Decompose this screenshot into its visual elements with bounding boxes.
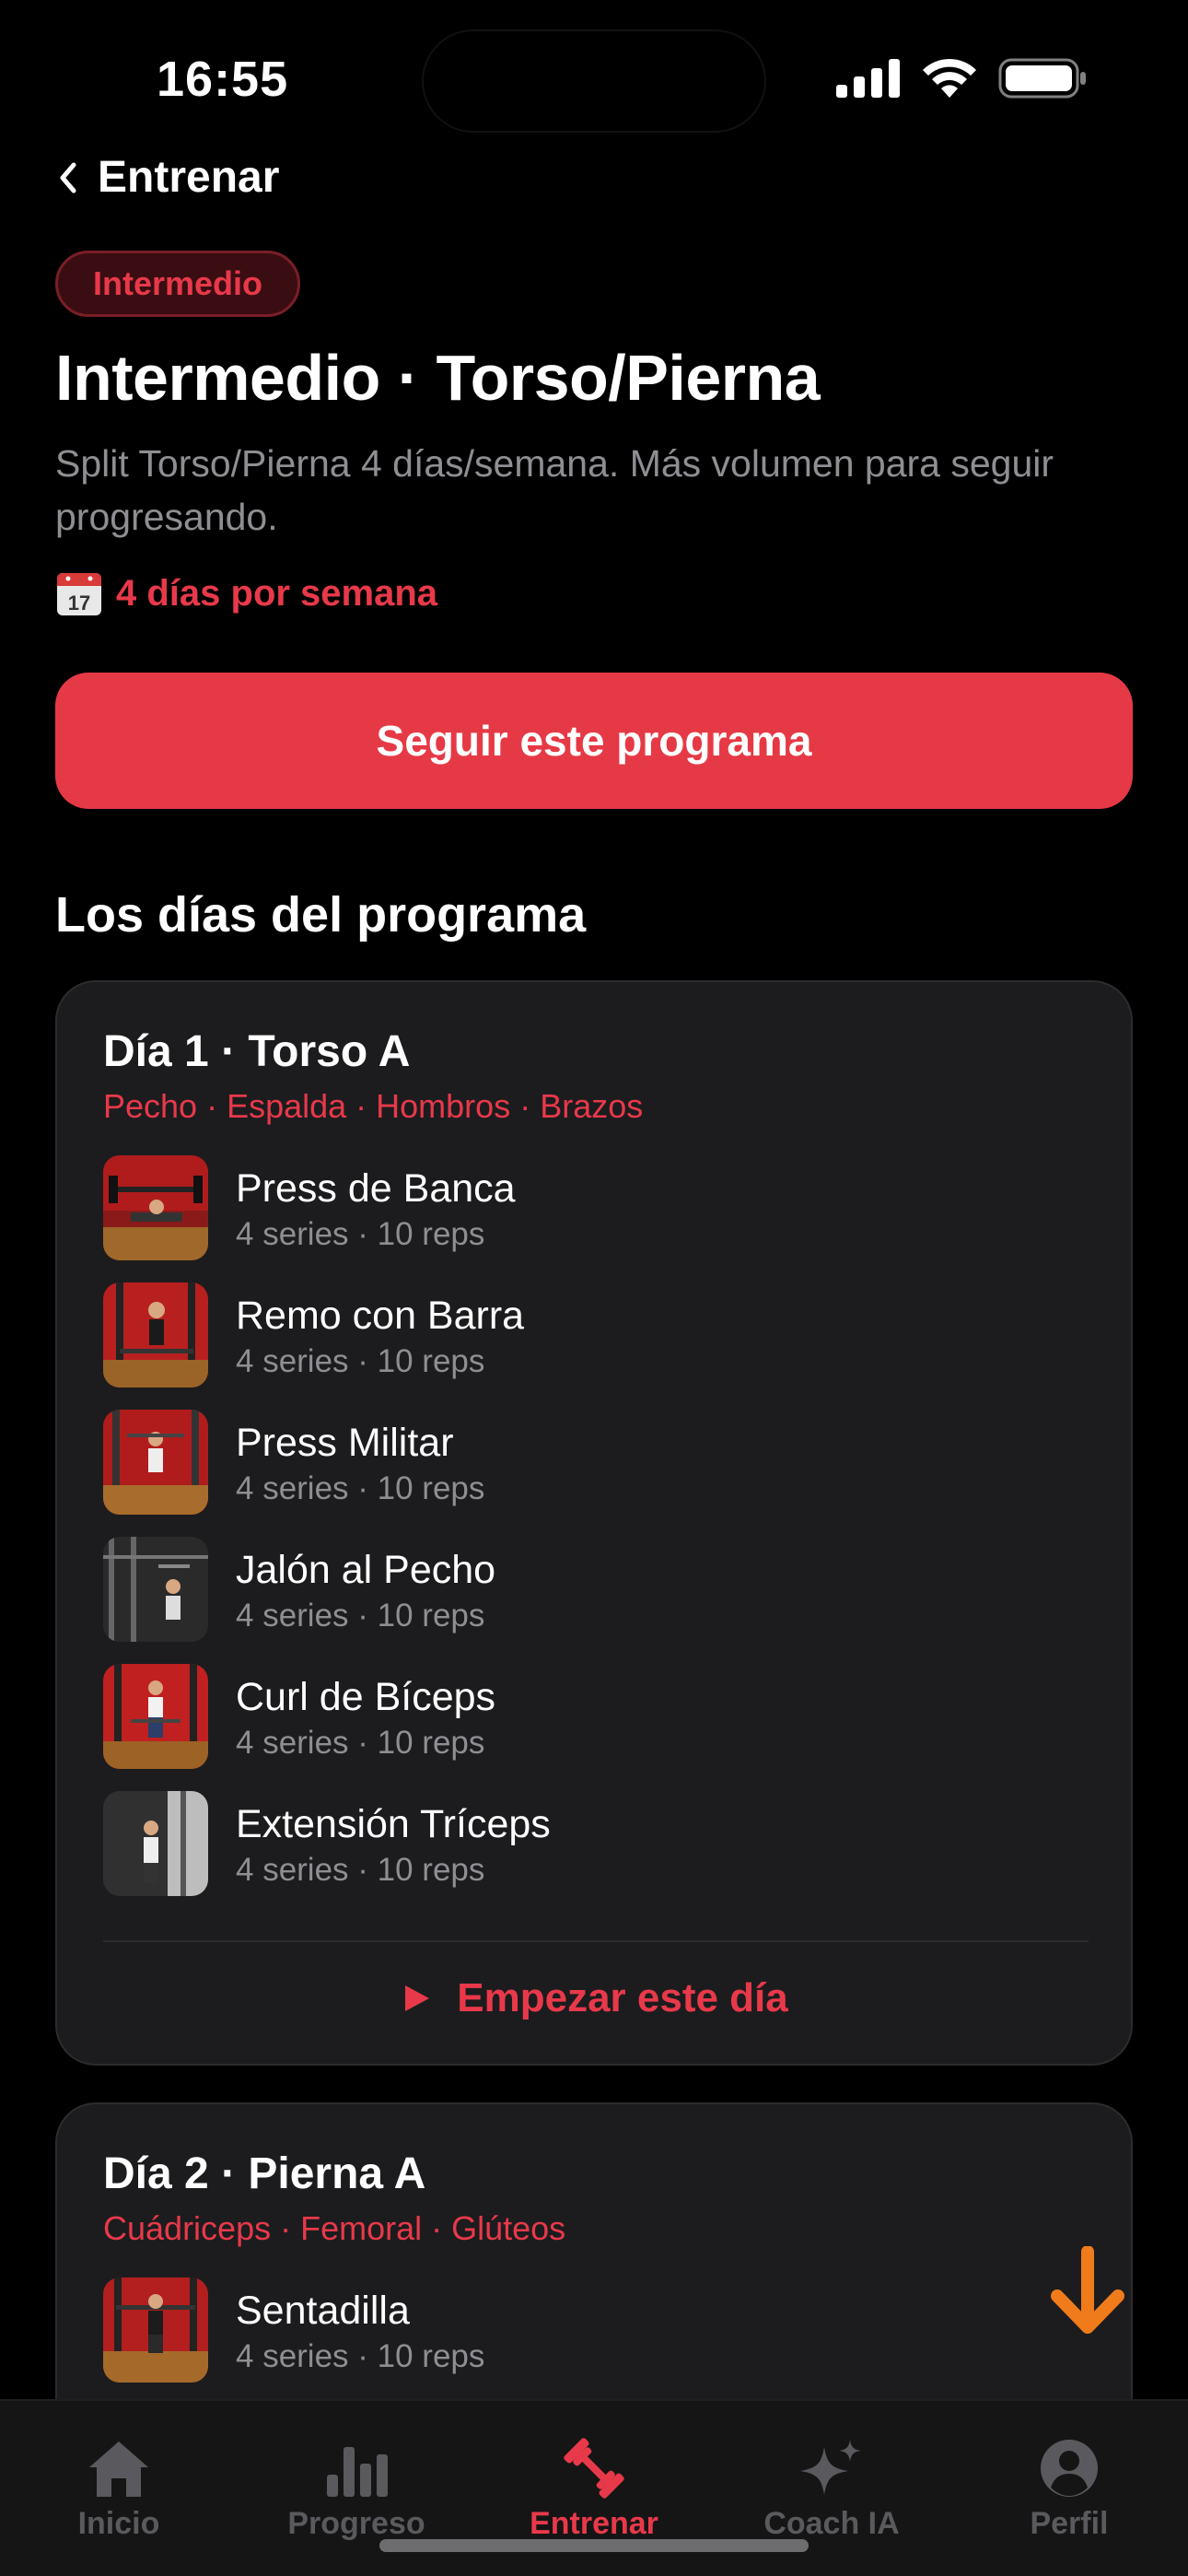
tab-perfil[interactable]: Perfil <box>950 2401 1188 2576</box>
chevron-left-icon <box>60 162 76 193</box>
exercise-row[interactable]: Press Militar 4 series · 10 reps <box>103 1410 1089 1537</box>
tab-inicio[interactable]: Inicio <box>0 2401 238 2576</box>
exercise-thumbnail <box>103 1664 208 1769</box>
status-icons <box>836 57 1087 100</box>
exercise-meta: 4 series · 10 reps <box>236 1216 485 1252</box>
exercise-name: Extensión Tríceps <box>236 1802 551 1846</box>
play-icon <box>405 1985 430 2011</box>
exercise-meta: 4 series · 10 reps <box>236 1470 485 1506</box>
start-day-button[interactable]: Empezar este día <box>57 1975 1135 2021</box>
bar-chart-icon <box>327 2447 388 2497</box>
svg-text:17: 17 <box>68 591 90 615</box>
sparkles-icon <box>800 2440 861 2495</box>
back-button[interactable]: Entrenar <box>55 152 279 203</box>
calendar-icon: 17 <box>57 573 101 615</box>
tab-label: Inicio <box>77 2506 160 2541</box>
exercise-name: Press de Banca <box>236 1166 516 1211</box>
exercise-name: Jalón al Pecho <box>236 1548 496 1592</box>
exercise-name: Press Militar <box>236 1421 454 1465</box>
day-title: Día 1 · Torso A <box>103 1027 411 1076</box>
status-bar: 16:55 <box>0 0 1188 157</box>
status-time: 16:55 <box>157 52 289 107</box>
exercise-list: Press de Banca 4 series · 10 reps Remo c… <box>103 1155 1089 1918</box>
exercise-row[interactable]: Sentadilla 4 series · 10 reps <box>103 2277 1089 2405</box>
tab-label: Coach IA <box>763 2506 900 2541</box>
dumbbell-icon <box>564 2438 624 2499</box>
exercise-thumbnail <box>103 1537 208 1642</box>
exercise-thumbnail <box>103 1155 208 1260</box>
cellular-signal-icon <box>836 59 900 98</box>
home-indicator <box>379 2539 809 2552</box>
exercise-list: Sentadilla 4 series · 10 reps <box>103 2277 1089 2405</box>
level-badge: Intermedio <box>55 251 301 317</box>
exercise-name: Curl de Bíceps <box>236 1675 496 1719</box>
person-icon <box>1041 2440 1098 2497</box>
exercise-meta: 4 series · 10 reps <box>236 1343 485 1379</box>
exercise-meta: 4 series · 10 reps <box>236 1852 485 1888</box>
exercise-meta: 4 series · 10 reps <box>236 1725 485 1761</box>
exercise-thumbnail <box>103 2277 208 2383</box>
exercise-row[interactable]: Press de Banca 4 series · 10 reps <box>103 1155 1089 1282</box>
start-day-label: Empezar este día <box>457 1975 788 2020</box>
exercise-row[interactable]: Remo con Barra 4 series · 10 reps <box>103 1282 1089 1410</box>
page-title: Intermedio · Torso/Pierna <box>55 342 821 414</box>
tab-label: Entrenar <box>530 2506 658 2541</box>
exercise-row[interactable]: Extensión Tríceps 4 series · 10 reps <box>103 1791 1089 1918</box>
follow-program-button[interactable]: Seguir este programa <box>55 673 1133 809</box>
days-per-week: 17 4 días por semana <box>55 569 437 617</box>
day-muscles: Pecho · Espalda · Hombros · Brazos <box>103 1087 644 1125</box>
exercise-meta: 4 series · 10 reps <box>236 1598 485 1633</box>
scroll-down-arrow-icon[interactable] <box>1048 2246 1127 2338</box>
exercise-name: Sentadilla <box>236 2289 410 2333</box>
exercise-thumbnail <box>103 1410 208 1515</box>
back-label: Entrenar <box>98 153 280 202</box>
day-muscles: Cuádriceps · Femoral · Glúteos <box>103 2209 566 2247</box>
home-icon <box>89 2441 148 2497</box>
day-card: Día 1 · Torso A Pecho · Espalda · Hombro… <box>55 980 1133 2066</box>
exercise-name: Remo con Barra <box>236 1294 525 1338</box>
dynamic-island <box>422 29 766 133</box>
tab-label: Progreso <box>287 2506 425 2541</box>
card-divider <box>103 1940 1089 1942</box>
battery-icon <box>998 58 1086 99</box>
tab-label: Perfil <box>1030 2506 1109 2541</box>
day-title: Día 2 · Pierna A <box>103 2149 426 2198</box>
days-per-week-label: 4 días por semana <box>116 572 438 614</box>
exercise-row[interactable]: Jalón al Pecho 4 series · 10 reps <box>103 1537 1089 1664</box>
wifi-icon <box>923 58 976 98</box>
section-title: Los días del programa <box>55 887 587 943</box>
exercise-meta: 4 series · 10 reps <box>236 2338 485 2374</box>
exercise-thumbnail <box>103 1282 208 1388</box>
exercise-thumbnail <box>103 1791 208 1896</box>
program-description: Split Torso/Pierna 4 días/semana. Más vo… <box>55 442 1054 538</box>
exercise-row[interactable]: Curl de Bíceps 4 series · 10 reps <box>103 1664 1089 1791</box>
